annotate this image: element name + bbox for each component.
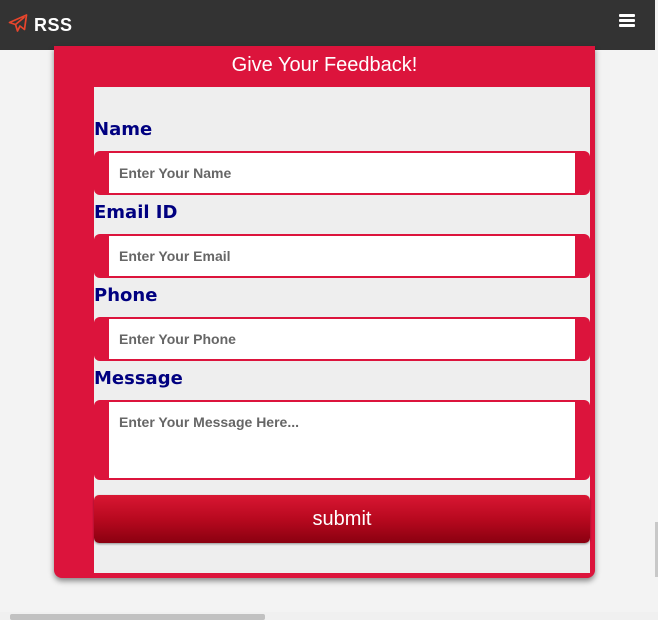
name-field-wrapper [94, 151, 590, 195]
brand-link[interactable]: RSS [8, 13, 73, 38]
phone-input[interactable] [109, 319, 575, 359]
email-input[interactable] [109, 236, 575, 276]
submit-button[interactable]: submit [94, 495, 590, 543]
feedback-card: Give Your Feedback! Name Email ID Phone … [54, 46, 595, 578]
feedback-form: Name Email ID Phone Message submit [94, 87, 590, 573]
phone-label: Phone [94, 285, 158, 306]
message-textarea[interactable] [109, 402, 575, 478]
paper-plane-icon [8, 13, 28, 38]
message-label: Message [94, 368, 183, 389]
email-field-wrapper [94, 234, 590, 278]
top-navbar: RSS [0, 0, 655, 50]
name-input[interactable] [109, 153, 575, 193]
horizontal-scrollbar-thumb[interactable] [10, 614, 265, 620]
horizontal-scrollbar[interactable] [0, 612, 658, 620]
brand-name: RSS [34, 14, 73, 35]
phone-field-wrapper [94, 317, 590, 361]
email-label: Email ID [94, 202, 178, 223]
hamburger-menu-icon[interactable] [619, 14, 635, 28]
message-field-wrapper [94, 400, 590, 480]
feedback-title: Give Your Feedback! [231, 54, 418, 76]
name-label: Name [94, 119, 153, 140]
